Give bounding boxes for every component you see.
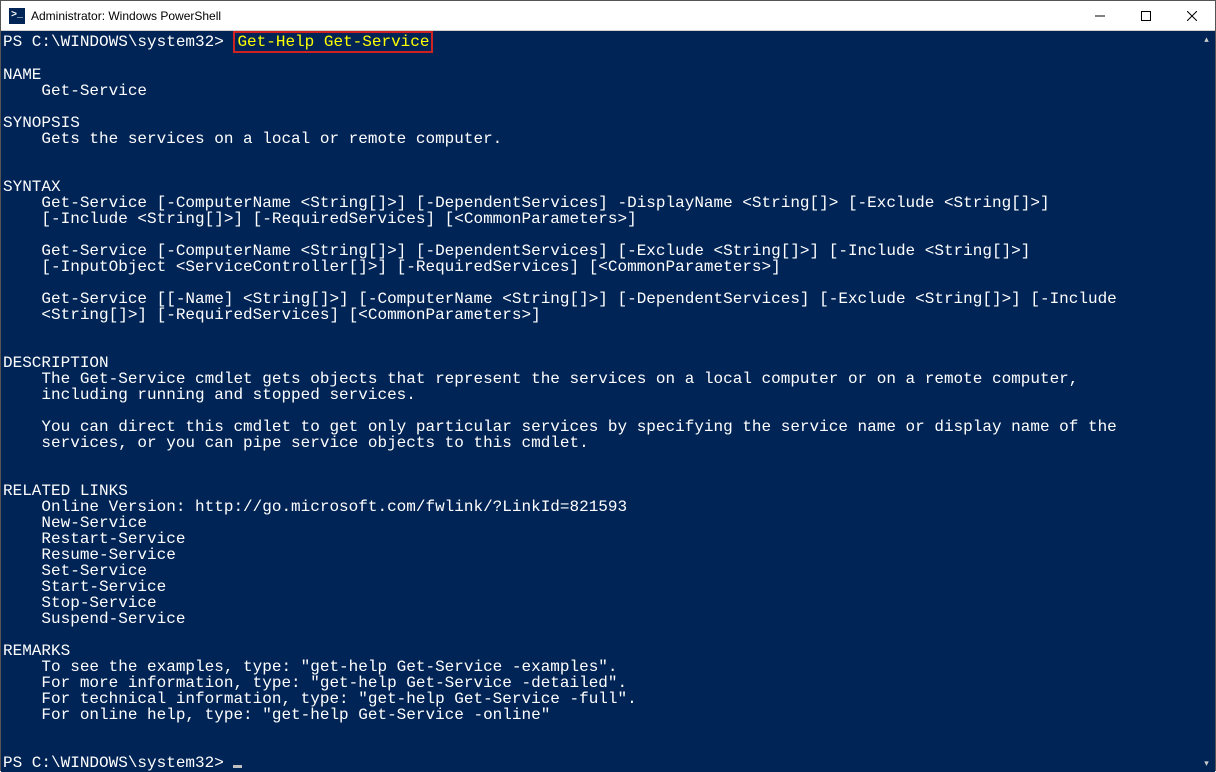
help-text: Get-Service [3,82,147,100]
help-text: <String[]>] [-RequiredServices] [<Common… [3,306,541,324]
help-text: services, or you can pipe service object… [3,434,589,452]
prompt-line: PS C:\WINDOWS\system32> Get-Help Get-Ser… [3,33,433,51]
scroll-down-arrow-icon[interactable]: ▾ [1198,755,1215,772]
help-text: Suspend-Service [3,610,185,628]
cmdlet-token: Get-Service [324,33,430,51]
prompt-prefix: PS C:\WINDOWS\system32> [3,33,233,51]
window-title: Administrator: Windows PowerShell [31,9,1077,23]
close-button[interactable] [1169,1,1215,30]
console-output[interactable]: PS C:\WINDOWS\system32> Get-Help Get-Ser… [1,31,1198,772]
help-text: For online help, type: "get-help Get-Ser… [3,706,550,724]
command-highlight: Get-Help Get-Service [233,31,433,53]
minimize-button[interactable] [1077,1,1123,30]
help-text: including running and stopped services. [3,386,416,404]
scroll-up-arrow-icon[interactable]: ▴ [1198,31,1215,48]
prompt-line: PS C:\WINDOWS\system32> [3,754,242,772]
help-text: [-InputObject <ServiceController[]>] [-R… [3,258,781,276]
window-titlebar: >_ Administrator: Windows PowerShell [1,1,1215,31]
vertical-scrollbar[interactable]: ▴ ▾ [1198,31,1215,772]
help-text: Gets the services on a local or remote c… [3,130,502,148]
maximize-button[interactable] [1123,1,1169,30]
text-cursor [233,765,242,768]
window-controls [1077,1,1215,30]
cmdlet-token: Get-Help [237,33,314,51]
prompt-prefix: PS C:\WINDOWS\system32> [3,754,233,772]
help-text: [-Include <String[]>] [-RequiredServices… [3,210,637,228]
powershell-icon: >_ [9,8,25,24]
